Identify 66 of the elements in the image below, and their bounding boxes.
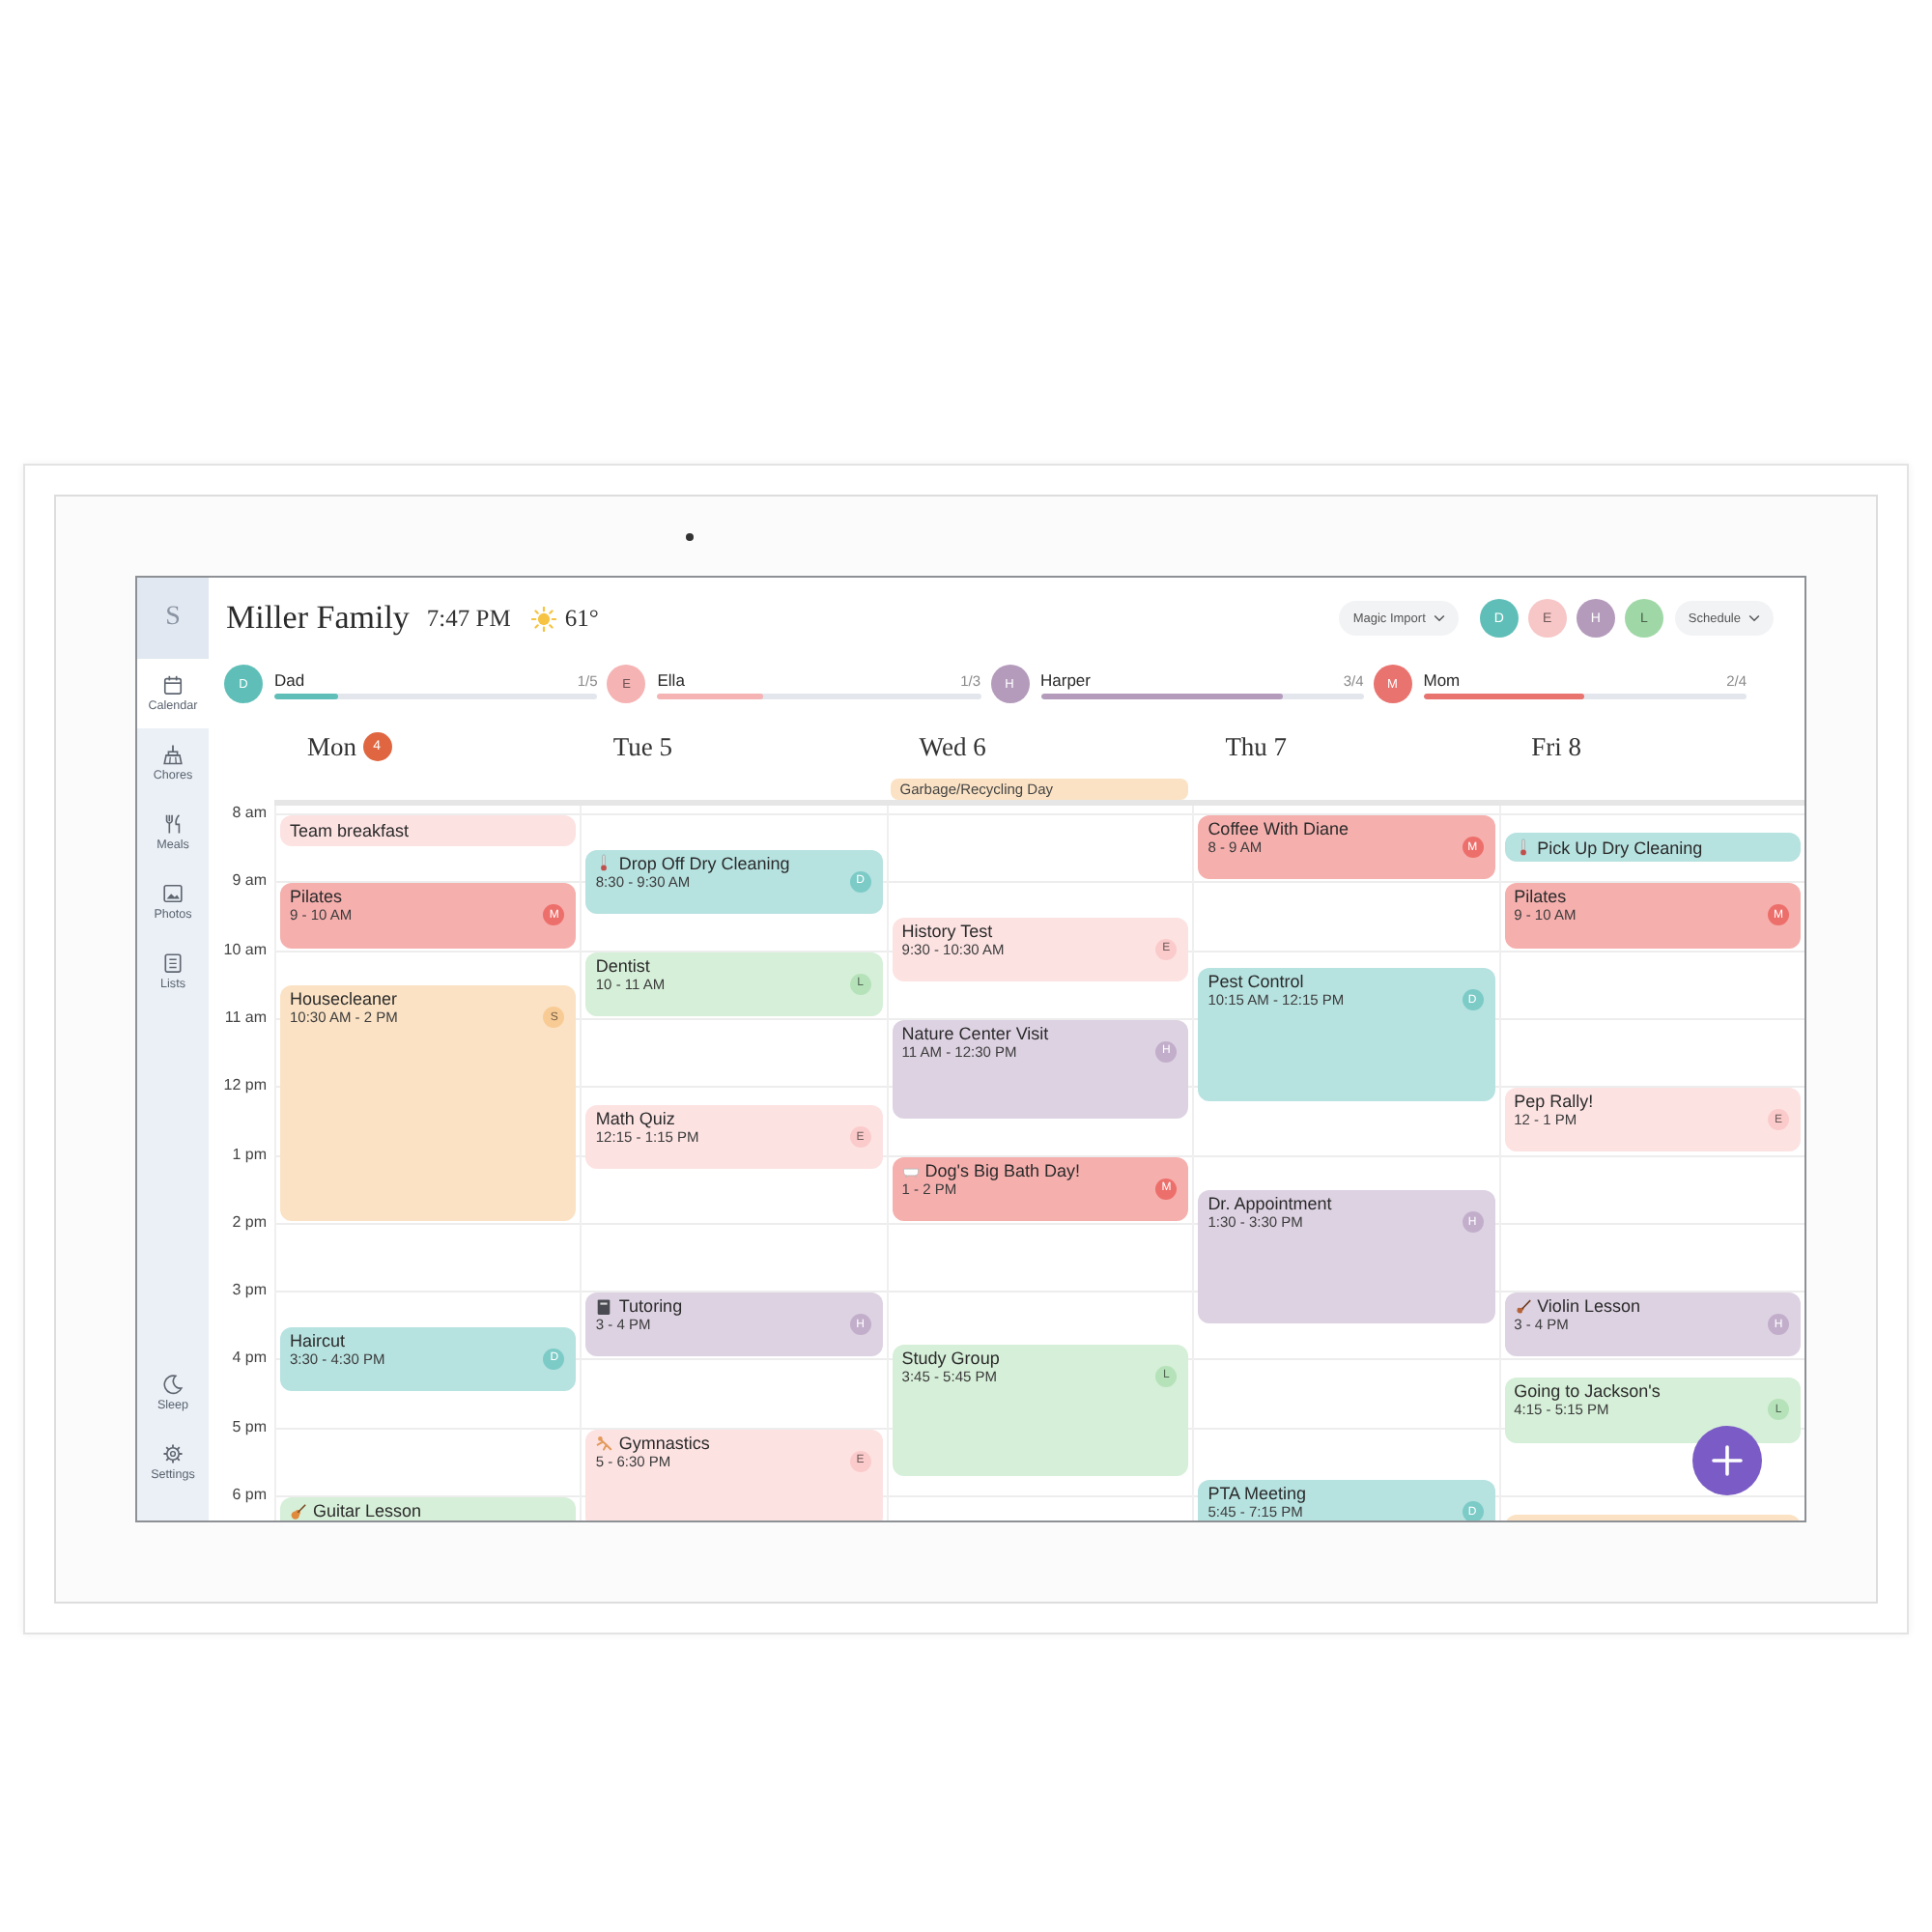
event-title: Dentist [595, 955, 650, 976]
family-name: Miller Family [226, 599, 410, 638]
event-title: Tutoring [618, 1296, 683, 1317]
day-label: Fri 8 [1531, 731, 1581, 762]
violin-icon [1514, 1297, 1532, 1316]
event-title: PTA Meeting [1208, 1484, 1307, 1504]
hour-label: 10 am [223, 940, 267, 960]
temperature: 61° [564, 604, 599, 633]
hour-label: 1 pm [232, 1145, 267, 1164]
member-name: Harper [1040, 669, 1091, 689]
event-title: Dr. Appointment [1208, 1194, 1332, 1214]
camera-lens-icon [686, 533, 694, 541]
list-icon [162, 952, 184, 974]
day-label: Tue 5 [612, 731, 673, 762]
event-title: Nature Center Visit [901, 1023, 1049, 1043]
plus-icon [1712, 1445, 1743, 1476]
event-title: Pilates [290, 887, 343, 907]
notebook-icon [595, 1297, 613, 1316]
hour-label: 4 pm [232, 1349, 267, 1369]
event-title: History Test [901, 921, 993, 941]
add-event-button[interactable] [1692, 1426, 1762, 1495]
event-title: Study Group [901, 1348, 1000, 1368]
event-title: Guitar Lesson [313, 1501, 422, 1520]
hour-label: 12 pm [223, 1076, 267, 1096]
member-name: Dad [274, 669, 305, 689]
clock-time: 7:47 PM [426, 604, 511, 633]
member-name: Ella [657, 669, 685, 689]
guitar-icon [290, 1502, 307, 1520]
hour-label: 6 pm [232, 1486, 267, 1505]
day-label: Thu 7 [1225, 731, 1288, 762]
event-title: Team breakfast [290, 820, 410, 840]
chevron-down-icon [1433, 614, 1445, 622]
photo-icon [162, 883, 184, 904]
event-title: Gymnastics [618, 1433, 710, 1453]
hour-label: 2 pm [232, 1212, 267, 1233]
event-title: Haircut [290, 1330, 346, 1350]
member-name: Mom [1423, 669, 1461, 689]
event-title: Going to Jackson's [1514, 1381, 1661, 1402]
day-label: Mon [307, 731, 357, 762]
broom-icon [162, 744, 184, 765]
calendar-icon [162, 674, 184, 696]
moon-icon [162, 1374, 184, 1395]
event-title: Math Quiz [595, 1109, 675, 1129]
event-title: Dog's Big Bath Day! [924, 1160, 1081, 1179]
calendar-event[interactable]: Pick Up Dry Cleaning [1504, 832, 1801, 863]
calendar-event[interactable]: Guitar Lesson [280, 1497, 577, 1520]
fork-knife-icon [162, 813, 184, 835]
event-title: Pilates [1514, 887, 1567, 907]
event-title: Drop Off Dry Cleaning [618, 853, 790, 873]
event-title: Pep Rally! [1514, 1092, 1594, 1112]
chevron-down-icon [1748, 614, 1760, 622]
event-title: Pick Up Dry Cleaning [1537, 838, 1703, 858]
hour-label: 9 am [232, 871, 267, 892]
sun-icon [531, 606, 557, 631]
day-label: Wed 6 [919, 731, 986, 762]
event-title: Housecleaner [290, 989, 398, 1009]
event-title: Pest Control [1208, 972, 1304, 992]
gymnast-icon [595, 1434, 613, 1452]
calendar-event[interactable]: Team breakfast [280, 815, 577, 846]
hour-label: 11 am [224, 1008, 267, 1028]
hour-label: 8 am [232, 804, 267, 823]
event-title: Violin Lesson [1537, 1296, 1640, 1317]
hour-label: 3 pm [232, 1281, 267, 1301]
gear-icon [162, 1443, 184, 1464]
event-title: Coffee With Diane [1208, 819, 1350, 838]
hour-label: 5 pm [232, 1417, 267, 1437]
